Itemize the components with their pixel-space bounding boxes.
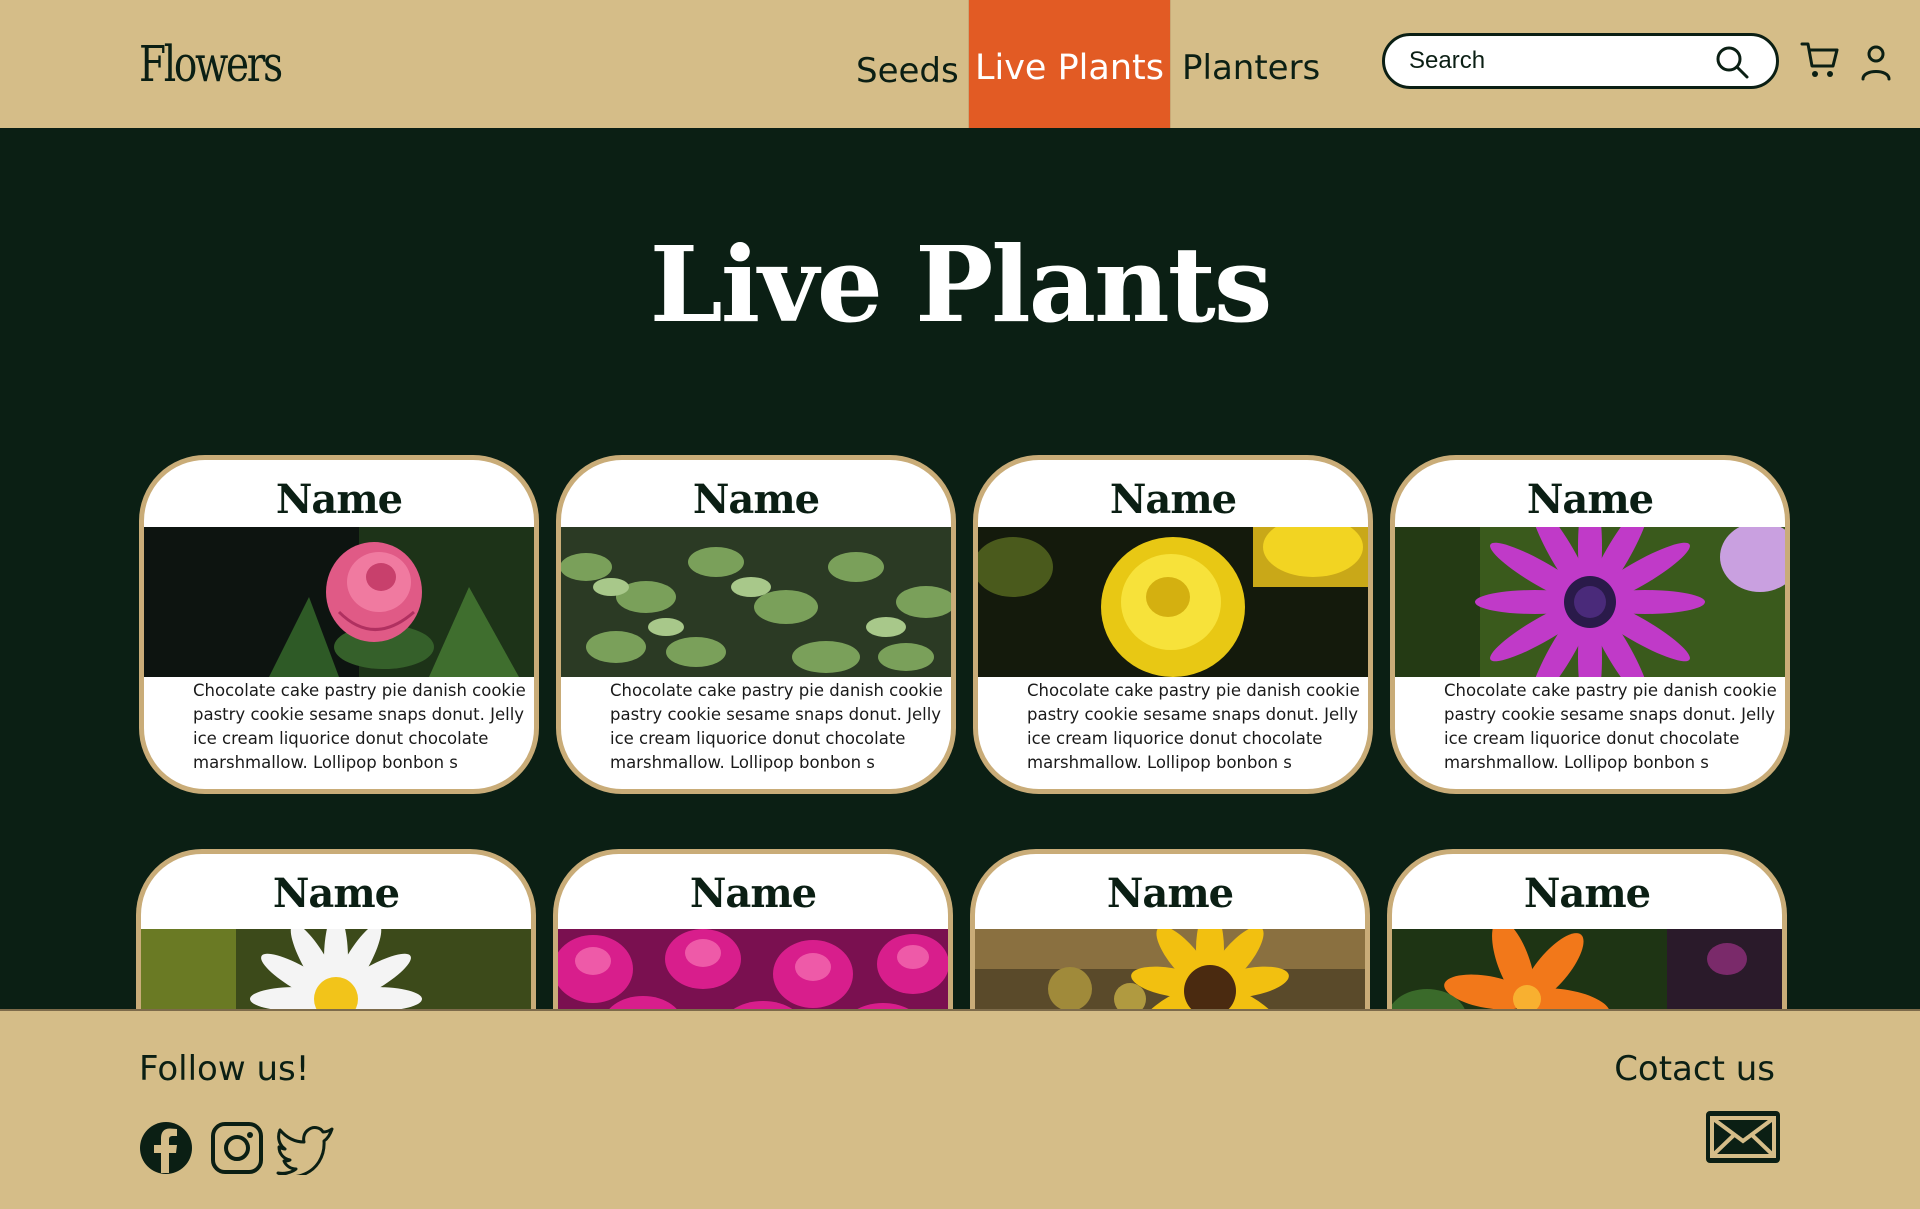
search-icon[interactable] xyxy=(1714,44,1750,80)
card-image-pink-rose[interactable] xyxy=(139,527,539,677)
card-name: Name xyxy=(1526,476,1654,523)
contact-us-label: Cotact us xyxy=(1614,1049,1775,1089)
search-box[interactable] xyxy=(1382,33,1779,89)
card-description: Chocolate cake pastry pie danish cookie … xyxy=(193,681,526,772)
card-name: Name xyxy=(272,870,400,917)
nav-seeds[interactable]: Seeds xyxy=(842,0,973,128)
card-description: Chocolate cake pastry pie danish cookie … xyxy=(610,681,943,772)
cart-icon[interactable] xyxy=(1800,40,1840,80)
search-input[interactable] xyxy=(1409,44,1709,78)
mail-icon[interactable] xyxy=(1706,1111,1780,1163)
page-title: Live Plants xyxy=(649,223,1273,346)
facebook-icon[interactable] xyxy=(139,1121,193,1175)
nav-live-plants[interactable]: Live Plants xyxy=(968,0,1171,128)
card-description: Chocolate cake pastry pie danish cookie … xyxy=(1444,681,1777,772)
card-name: Name xyxy=(692,476,820,523)
card-name: Name xyxy=(1106,870,1234,917)
site-footer: Follow us! Cotact us xyxy=(0,1009,1920,1209)
card-image-purple-daisy[interactable] xyxy=(1390,527,1790,677)
card-name: Name xyxy=(1523,870,1651,917)
user-icon[interactable] xyxy=(1860,43,1892,83)
card-name: Name xyxy=(689,870,817,917)
nav-planters[interactable]: Planters xyxy=(1168,0,1334,128)
product-card[interactable]: Name Chocolate cake pastry pie danish co… xyxy=(1390,455,1790,794)
card-name: Name xyxy=(1109,476,1237,523)
product-card[interactable]: Name Chocolate cake pastry pie danish co… xyxy=(973,455,1373,794)
card-name: Name xyxy=(275,476,403,523)
follow-us-label: Follow us! xyxy=(139,1049,310,1089)
product-card[interactable]: Name Chocolate cake pastry pie danish co… xyxy=(139,455,539,794)
card-image-yellow-marigold[interactable] xyxy=(973,527,1373,677)
logo[interactable]: Flowers xyxy=(139,36,283,92)
instagram-icon[interactable] xyxy=(210,1121,264,1175)
card-description: Chocolate cake pastry pie danish cookie … xyxy=(1027,681,1360,772)
site-header: Flowers Seeds Live Plants Planters xyxy=(0,0,1920,128)
product-card[interactable]: Name Chocolate cake pastry pie danish co… xyxy=(556,455,956,794)
card-image-green-leaves[interactable] xyxy=(556,527,956,677)
twitter-icon[interactable] xyxy=(275,1121,335,1175)
